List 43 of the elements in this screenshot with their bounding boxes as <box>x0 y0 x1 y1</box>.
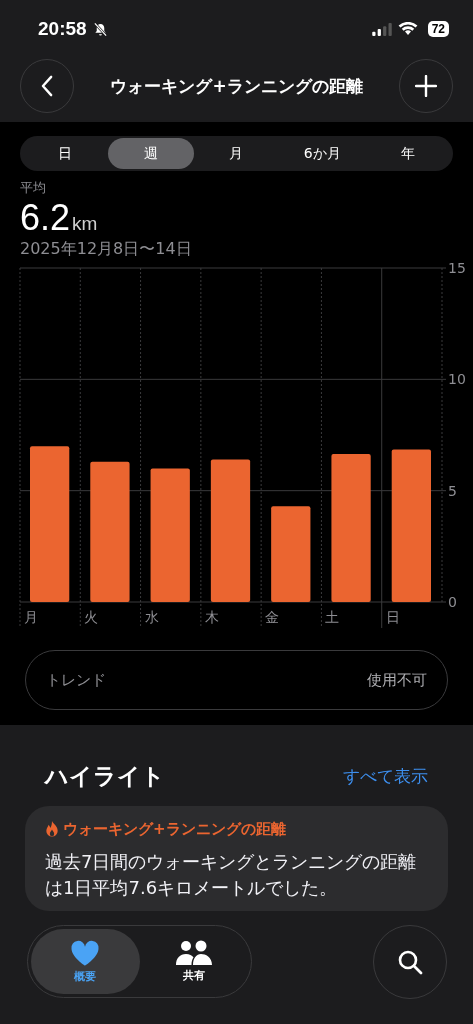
axis-category-label: 月 <box>24 609 38 625</box>
period-tab[interactable]: 年 <box>365 138 451 169</box>
summary-value: 6.2 <box>20 197 71 239</box>
show-all-link[interactable]: すべて表示 <box>343 765 428 788</box>
period-tab[interactable]: 6か月 <box>279 138 366 169</box>
flame-icon <box>45 821 59 838</box>
card-body: 過去7日間のウォーキングとランニングの距離は1日平均7.6キロメートルでした。 <box>45 850 418 901</box>
plus-icon <box>415 75 437 97</box>
summary-label: 平均 <box>20 179 47 197</box>
status-time: 20:58 <box>38 18 87 40</box>
summary-unit: km <box>72 213 98 235</box>
tab-bar-item[interactable]: 概要 <box>31 929 140 994</box>
battery-icon: 72 <box>427 21 449 37</box>
axis-category-label: 金 <box>265 609 280 625</box>
bell-slash-icon <box>92 21 108 37</box>
axis-tick-label: 10 <box>448 371 466 388</box>
highlight-card[interactable]: ウォーキング+ランニングの距離 過去7日間のウォーキングとランニングの距離は1日平均7.6キロメートルでした。 <box>25 806 448 912</box>
axis-category-label: 土 <box>325 609 340 625</box>
axis-category-label: 火 <box>84 609 99 625</box>
axis-tick-label: 5 <box>448 482 457 499</box>
axis-category-label: 水 <box>144 609 159 625</box>
search-icon <box>397 949 423 975</box>
period-tab[interactable]: 日 <box>22 138 108 169</box>
people-icon <box>174 940 213 966</box>
axis-category-label: 日 <box>385 609 400 625</box>
nav-title: ウォーキング+ランニングの距離 <box>110 74 363 98</box>
period-tab[interactable]: 月 <box>193 138 280 169</box>
tab-bar-item[interactable]: 共有 <box>139 929 248 994</box>
section-title: ハイライト <box>45 762 165 791</box>
back-button[interactable] <box>20 59 74 113</box>
trend-value: 使用不可 <box>367 670 427 690</box>
add-button[interactable] <box>399 59 453 113</box>
axis-tick-label: 15 <box>448 260 466 276</box>
trend-label: トレンド <box>46 670 106 690</box>
signal-icon <box>371 22 392 36</box>
axis-tick-label: 0 <box>448 594 457 610</box>
card-title: ウォーキング+ランニングの距離 <box>63 820 286 839</box>
heart-icon <box>70 939 101 967</box>
axis-category-label: 木 <box>204 609 219 625</box>
date-range: 2025年12月8日〜14日 <box>20 239 193 260</box>
period-tab[interactable]: 週 <box>107 138 194 169</box>
chevron-left-icon <box>40 75 54 97</box>
wifi-icon <box>397 22 418 36</box>
